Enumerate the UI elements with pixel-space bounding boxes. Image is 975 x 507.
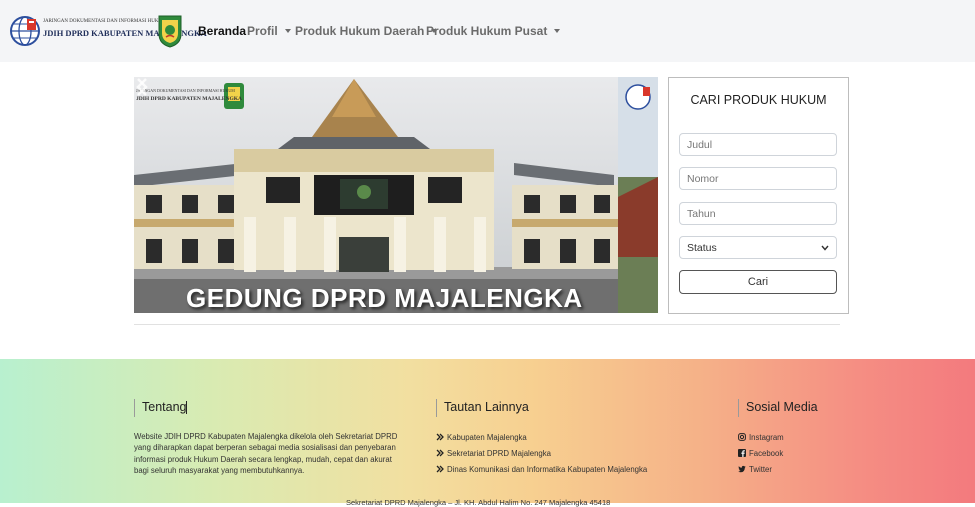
building-photo [134,77,658,313]
footer-link-kabupaten[interactable]: Kabupaten Majalengka [436,433,647,449]
nav-produk-hukum-daerah[interactable]: Produk Hukum Daerah [295,24,438,38]
nav-profil-label: Profil [247,24,278,38]
nav-produk-hukum-pusat-label: Produk Hukum Pusat [426,24,548,38]
status-select[interactable]: Status [679,236,837,259]
carousel-caption: GEDUNG DPRD MAJALENGKA [186,283,583,313]
facebook-icon [738,449,746,457]
footer-link-label: Sekretariat DPRD Majalengka [447,449,552,458]
footer-link-label: Kabupaten Majalengka [447,433,527,442]
footer-social-facebook[interactable]: Facebook [738,449,784,465]
footer-about-title-label: Tentang [142,400,187,414]
double-chevron-right-icon [436,449,444,457]
majalengka-crest-icon [158,15,182,48]
logo-subtitle: JARINGAN DOKUMENTASI DAN INFORMASI HUKUM [43,19,167,24]
double-chevron-right-icon [436,433,444,441]
nav-beranda-label: Beranda [198,24,247,38]
footer-social-twitter[interactable]: Twitter [738,465,784,481]
hero-carousel[interactable]: JARINGAN DOKUMENTASI DAN INFORMASI HUKUM… [134,77,658,313]
divider [134,324,840,325]
judul-input[interactable] [679,133,837,156]
cari-button[interactable]: Cari [679,270,837,294]
twitter-icon [738,465,746,473]
footer-link-sekretariat[interactable]: Sekretariat DPRD Majalengka [436,449,647,465]
footer-social-label: Twitter [749,465,772,474]
footer-social-title: Sosial Media [738,399,818,417]
nav-beranda[interactable]: Beranda [198,24,246,38]
nomor-input[interactable] [679,167,837,190]
footer-about-text: Website JDIH DPRD Kabupaten Majalengka d… [134,432,398,476]
carousel-next-icon[interactable] [134,77,150,97]
globe-logo-icon [10,16,40,46]
instagram-icon [738,433,746,441]
double-chevron-right-icon [436,465,444,473]
navbar: JARINGAN DOKUMENTASI DAN INFORMASI HUKUM… [0,0,975,62]
footer-social-list: Instagram Facebook Twitter [738,433,784,481]
site-logo[interactable]: JARINGAN DOKUMENTASI DAN INFORMASI HUKUM… [9,14,207,48]
chevron-down-icon [821,245,829,251]
text-cursor [186,401,188,415]
footer-links-list: Kabupaten Majalengka Sekretariat DPRD Ma… [436,433,647,481]
carousel-logo-title: JDIH DPRD KABUPATEN MAJALENGKA [136,96,242,102]
footer-links-title: Tautan Lainnya [436,399,529,417]
footer-link-diskominfo[interactable]: Dinas Komunikasi dan Informatika Kabupat… [436,465,647,481]
footer-about-title: Tentang [134,399,188,417]
search-panel-title: CARI PRODUK HUKUM [690,93,827,107]
footer: Tentang Website JDIH DPRD Kabupaten Maja… [0,359,975,507]
nav-produk-hukum-daerah-label: Produk Hukum Daerah [295,24,425,38]
footer-social-instagram[interactable]: Instagram [738,433,784,449]
tahun-input[interactable] [679,202,837,225]
nav-produk-hukum-pusat[interactable]: Produk Hukum Pusat [426,24,561,38]
footer-social-label: Facebook [749,449,784,458]
nav-profil[interactable]: Profil [247,24,291,38]
chevron-down-icon [554,29,561,33]
search-panel: CARI PRODUK HUKUM Status Cari [668,77,849,314]
carousel-logo-subtitle: JARINGAN DOKUMENTASI DAN INFORMASI HUKUM [136,88,235,93]
footer-social-label: Instagram [749,433,784,442]
status-select-value: Status [687,241,717,254]
chevron-down-icon [284,29,291,33]
footer-link-label: Dinas Komunikasi dan Informatika Kabupat… [447,465,648,474]
